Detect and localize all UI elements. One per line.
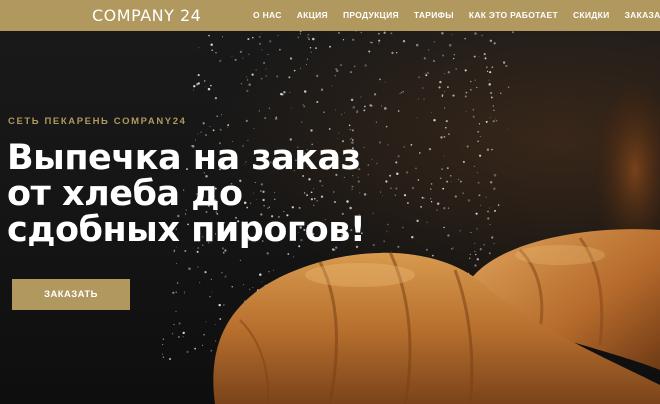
main-nav: О НАС АКЦИЯ ПРОДУКЦИЯ ТАРИФЫ КАК ЭТО РАБ…: [253, 10, 660, 21]
landing-page: COMPANY 24 О НАС АКЦИЯ ПРОДУКЦИЯ ТАРИФЫ …: [0, 0, 660, 404]
hero-subtitle: СЕТЬ ПЕКАРЕНЬ COMPANY24: [8, 116, 187, 127]
nav-item-products[interactable]: ПРОДУКЦИЯ: [343, 10, 399, 21]
hero-headline-line: Выпечка на заказ: [7, 138, 361, 178]
nav-item-promo[interactable]: АКЦИЯ: [297, 10, 328, 21]
hero-headline-line: сдобных пирогов!: [7, 210, 366, 250]
nav-item-order[interactable]: ЗАКАЗАТЬ: [625, 10, 660, 21]
hero-headline: Выпечка на заказ от хлеба до сдобных пир…: [7, 140, 367, 248]
company-logo[interactable]: COMPANY 24: [92, 6, 201, 26]
nav-item-tariffs[interactable]: ТАРИФЫ: [414, 10, 454, 21]
nav-item-about[interactable]: О НАС: [253, 10, 282, 21]
hero-headline-line: от хлеба до: [7, 174, 243, 214]
order-button[interactable]: ЗАКАЗАТЬ: [12, 279, 130, 310]
top-navbar: COMPANY 24 О НАС АКЦИЯ ПРОДУКЦИЯ ТАРИФЫ …: [0, 0, 660, 31]
nav-item-how-it-works[interactable]: КАК ЭТО РАБОТАЕТ: [469, 10, 558, 21]
nav-item-discounts[interactable]: СКИДКИ: [573, 10, 610, 21]
